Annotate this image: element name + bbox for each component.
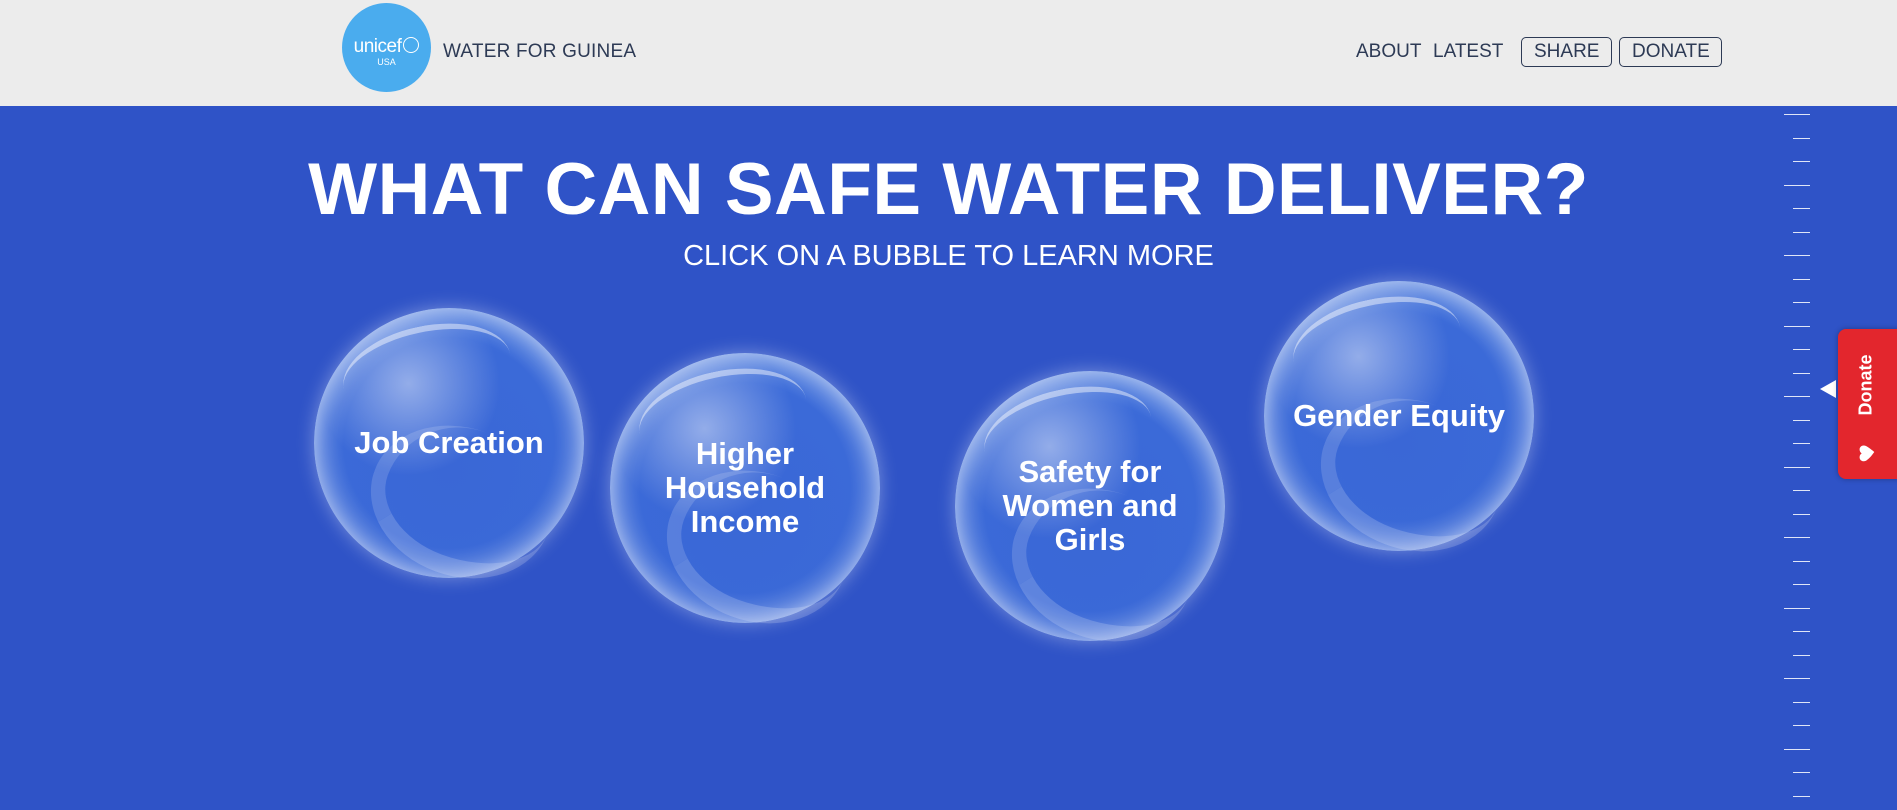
ruler-tick: [1793, 490, 1810, 491]
bubble-higher-household-income[interactable]: Higher Household Income: [610, 353, 880, 623]
ruler-tick: [1793, 137, 1810, 139]
scroll-depth-ruler[interactable]: [1784, 106, 1814, 810]
ruler-tick: [1793, 701, 1810, 703]
bubble-label: Job Creation: [354, 425, 544, 460]
ruler-tick: [1784, 537, 1810, 538]
site-title[interactable]: WATER FOR GUINEA: [443, 41, 636, 63]
ruler-tick: [1793, 654, 1810, 656]
ruler-tick: [1784, 748, 1810, 750]
share-button[interactable]: SHARE: [1521, 37, 1612, 67]
ruler-tick: [1793, 208, 1810, 209]
bubble-label: Gender Equity: [1293, 398, 1505, 433]
ruler-tick: [1793, 584, 1810, 585]
ruler-tick: [1793, 349, 1810, 350]
ruler-tick: [1793, 278, 1810, 280]
ruler-tick: [1793, 302, 1810, 303]
page-subheadline: CLICK ON A BUBBLE TO LEARN MORE: [683, 240, 1214, 272]
ruler-tick: [1793, 725, 1810, 726]
site-header: unicef USA WATER FOR GUINEA ABOUT LATEST…: [0, 0, 1897, 106]
logo-wordmark: unicef: [342, 36, 431, 58]
ruler-tick: [1784, 607, 1810, 609]
globe-icon: [403, 36, 420, 53]
ruler-tick: [1784, 678, 1810, 679]
unicef-logo[interactable]: unicef USA: [342, 3, 431, 92]
bubble-label: Higher Household Income: [664, 436, 826, 539]
ruler-tick: [1784, 325, 1810, 327]
heart-icon: [1859, 445, 1875, 462]
ruler-tick: [1793, 161, 1810, 162]
ruler-tick: [1793, 772, 1810, 773]
nav-about-link[interactable]: ABOUT: [1356, 41, 1421, 63]
ruler-tick: [1793, 372, 1810, 374]
bubble-job-creation[interactable]: Job Creation: [314, 308, 584, 578]
ruler-tick: [1784, 114, 1810, 115]
nav-latest-link[interactable]: LATEST: [1433, 41, 1503, 63]
donate-side-tab[interactable]: Donate: [1838, 329, 1897, 479]
donate-button[interactable]: DONATE: [1619, 37, 1722, 67]
ruler-tick: [1793, 513, 1810, 515]
ruler-tick: [1793, 419, 1810, 421]
ruler-tick: [1784, 184, 1810, 186]
ruler-tick: [1793, 631, 1810, 632]
ruler-tick: [1784, 466, 1810, 468]
bubble-gender-equity[interactable]: Gender Equity: [1264, 281, 1534, 551]
logo-subtitle: USA: [377, 57, 396, 67]
ruler-tick: [1793, 560, 1810, 562]
ruler-tick: [1793, 231, 1810, 233]
ruler-tick: [1793, 443, 1810, 444]
ruler-tick: [1784, 396, 1810, 397]
bubble-label: Safety for Women and Girls: [1002, 454, 1178, 557]
donate-tab-label: Donate: [1855, 354, 1876, 416]
ruler-tick: [1784, 255, 1810, 256]
bubble-safety-women-girls[interactable]: Safety for Women and Girls: [955, 371, 1225, 641]
ruler-tick: [1793, 795, 1810, 797]
ruler-position-marker-icon: [1820, 380, 1836, 398]
page-headline: WHAT CAN SAFE WATER DELIVER?: [308, 149, 1589, 230]
